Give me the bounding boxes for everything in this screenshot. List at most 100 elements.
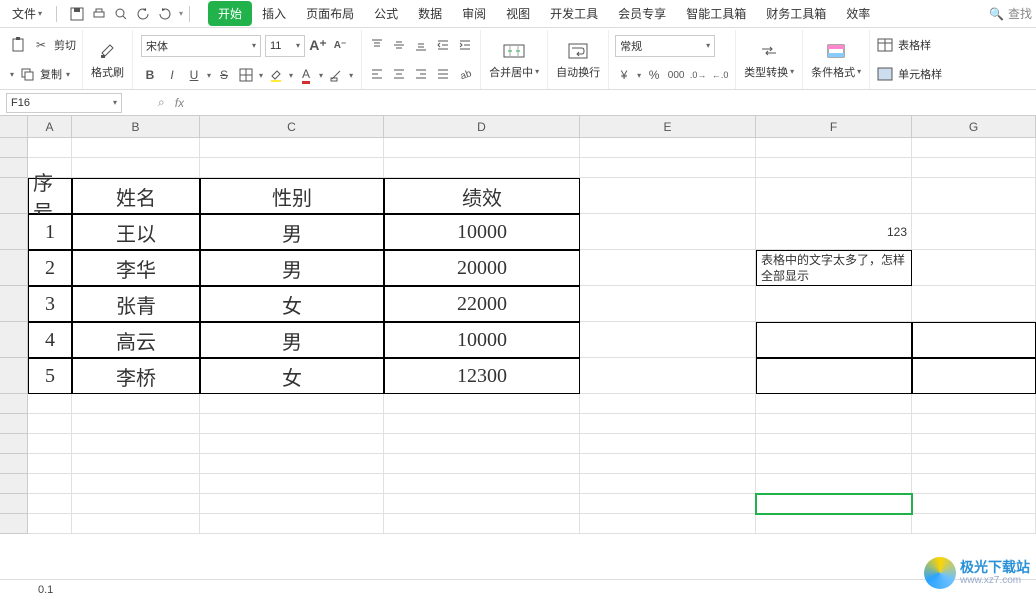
- orientation-icon[interactable]: ab: [456, 65, 474, 83]
- cell[interactable]: [580, 250, 756, 286]
- table-header-cell[interactable]: 序号: [28, 178, 72, 214]
- cell[interactable]: [384, 394, 580, 414]
- select-all-corner[interactable]: [0, 116, 28, 137]
- chevron-down-icon[interactable]: ▾: [207, 71, 211, 80]
- search-box[interactable]: 🔍 查找: [989, 5, 1032, 22]
- cell[interactable]: [28, 494, 72, 514]
- row-header[interactable]: [0, 434, 28, 454]
- formula-input[interactable]: [184, 93, 1036, 113]
- row-header[interactable]: [0, 454, 28, 474]
- row-header[interactable]: [0, 474, 28, 494]
- col-header-a[interactable]: A: [28, 116, 72, 137]
- table-cell[interactable]: 22000: [384, 286, 580, 322]
- row-header[interactable]: [0, 394, 28, 414]
- chevron-down-icon[interactable]: ▾: [289, 71, 293, 80]
- table-cell[interactable]: 2: [28, 250, 72, 286]
- table-style-icon[interactable]: [876, 36, 894, 54]
- cell[interactable]: [384, 138, 580, 158]
- align-center-icon[interactable]: [390, 65, 408, 83]
- cell[interactable]: [580, 474, 756, 494]
- cell[interactable]: [72, 514, 200, 534]
- cell[interactable]: [200, 158, 384, 178]
- format-painter-button[interactable]: 格式刷: [89, 40, 126, 80]
- row-header[interactable]: [0, 494, 28, 514]
- type-convert-button[interactable]: 类型转换▾: [742, 40, 796, 80]
- cut-label[interactable]: 剪切: [54, 37, 76, 53]
- percent-icon[interactable]: %: [645, 66, 663, 84]
- row-header[interactable]: [0, 138, 28, 158]
- cell[interactable]: [72, 394, 200, 414]
- row-header[interactable]: [0, 514, 28, 534]
- cell[interactable]: [384, 414, 580, 434]
- chevron-down-icon[interactable]: ▾: [259, 71, 263, 80]
- cell[interactable]: [912, 414, 1036, 434]
- cell[interactable]: [912, 434, 1036, 454]
- chevron-down-icon[interactable]: ▾: [66, 70, 70, 79]
- row-header[interactable]: [0, 250, 28, 286]
- cell[interactable]: [912, 286, 1036, 322]
- cell[interactable]: [72, 138, 200, 158]
- cell[interactable]: [756, 322, 912, 358]
- increase-decimal-icon[interactable]: .0→: [689, 66, 707, 84]
- table-header-cell[interactable]: 绩效: [384, 178, 580, 214]
- scissors-icon[interactable]: ✂: [32, 36, 50, 54]
- tab-finance-tools[interactable]: 财务工具箱: [756, 1, 836, 26]
- cell[interactable]: [912, 394, 1036, 414]
- cell[interactable]: [28, 514, 72, 534]
- cell[interactable]: [756, 158, 912, 178]
- col-header-d[interactable]: D: [384, 116, 580, 137]
- align-middle-icon[interactable]: [390, 36, 408, 54]
- print-preview-icon[interactable]: [113, 6, 129, 22]
- cell[interactable]: [384, 474, 580, 494]
- row-header[interactable]: [0, 414, 28, 434]
- table-cell[interactable]: 李华: [72, 250, 200, 286]
- bold-icon[interactable]: B: [141, 66, 159, 84]
- comma-icon[interactable]: 000: [667, 66, 685, 84]
- cell[interactable]: [756, 394, 912, 414]
- cell[interactable]: [580, 494, 756, 514]
- clear-format-icon[interactable]: [327, 66, 345, 84]
- decrease-decimal-icon[interactable]: ←.0: [711, 66, 729, 84]
- cell[interactable]: [912, 514, 1036, 534]
- cell-selected[interactable]: [756, 494, 912, 514]
- row-header[interactable]: [0, 286, 28, 322]
- col-header-f[interactable]: F: [756, 116, 912, 137]
- tab-formula[interactable]: 公式: [364, 1, 408, 26]
- cell[interactable]: [756, 454, 912, 474]
- table-style-label[interactable]: 表格样: [898, 37, 931, 53]
- cell[interactable]: [72, 414, 200, 434]
- file-menu[interactable]: 文件 ▾: [4, 0, 50, 27]
- align-left-icon[interactable]: [368, 65, 386, 83]
- cell[interactable]: [580, 286, 756, 322]
- qat-dropdown-icon[interactable]: ▾: [179, 9, 183, 18]
- cell[interactable]: [72, 474, 200, 494]
- table-cell[interactable]: 4: [28, 322, 72, 358]
- tab-layout[interactable]: 页面布局: [296, 1, 364, 26]
- cell[interactable]: [756, 514, 912, 534]
- cell[interactable]: [756, 414, 912, 434]
- col-header-e[interactable]: E: [580, 116, 756, 137]
- cell[interactable]: [72, 494, 200, 514]
- table-cell[interactable]: 王以: [72, 214, 200, 250]
- table-cell[interactable]: 3: [28, 286, 72, 322]
- cell[interactable]: [756, 286, 912, 322]
- table-cell[interactable]: 男: [200, 250, 384, 286]
- redo-icon[interactable]: [157, 6, 173, 22]
- table-cell[interactable]: 张青: [72, 286, 200, 322]
- row-header[interactable]: [0, 322, 28, 358]
- cell[interactable]: [580, 158, 756, 178]
- col-header-b[interactable]: B: [72, 116, 200, 137]
- cell[interactable]: [756, 358, 912, 394]
- table-cell[interactable]: 10000: [384, 322, 580, 358]
- table-cell[interactable]: 10000: [384, 214, 580, 250]
- cell[interactable]: [580, 394, 756, 414]
- cell[interactable]: [384, 514, 580, 534]
- cell[interactable]: [72, 158, 200, 178]
- cell[interactable]: [912, 358, 1036, 394]
- decrease-font-icon[interactable]: A⁻: [331, 37, 349, 55]
- table-header-cell[interactable]: 性别: [200, 178, 384, 214]
- tab-insert[interactable]: 插入: [252, 1, 296, 26]
- cell[interactable]: [580, 178, 756, 214]
- chevron-down-icon[interactable]: ▾: [637, 71, 641, 80]
- name-box[interactable]: F16 ▾: [6, 93, 122, 113]
